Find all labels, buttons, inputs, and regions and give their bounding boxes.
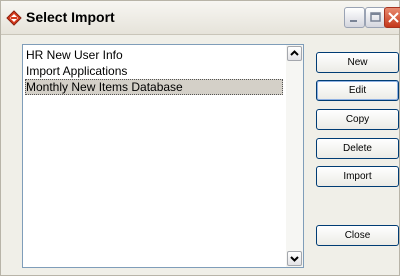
title-bar[interactable]: Select Import — [1, 1, 400, 35]
new-button[interactable]: New — [316, 52, 399, 73]
app-diamond-icon — [6, 10, 22, 26]
copy-button[interactable]: Copy — [316, 109, 399, 130]
window-title: Select Import — [26, 9, 115, 25]
close-icon — [388, 12, 399, 23]
minimize-icon — [350, 20, 357, 22]
edit-button[interactable]: Edit — [316, 80, 399, 101]
import-button[interactable]: Import — [316, 166, 399, 187]
select-import-window: Select Import HR New User Info Import Ap… — [0, 0, 400, 276]
minimize-button[interactable] — [344, 7, 365, 28]
vertical-scrollbar[interactable] — [286, 45, 303, 267]
maximize-button[interactable] — [365, 7, 386, 28]
list-item-selected[interactable]: Monthly New Items Database — [25, 79, 283, 95]
close-button[interactable]: Close — [316, 225, 399, 246]
import-list[interactable]: HR New User Info Import Applications Mon… — [22, 44, 304, 268]
dialog-body: HR New User Info Import Applications Mon… — [1, 35, 399, 275]
maximize-icon — [370, 12, 381, 22]
close-window-button[interactable] — [384, 7, 400, 28]
scroll-up-button[interactable] — [287, 46, 302, 61]
chevron-up-icon — [290, 50, 299, 56]
list-item[interactable]: Import Applications — [25, 63, 283, 79]
list-item[interactable]: HR New User Info — [25, 47, 283, 63]
scroll-down-button[interactable] — [287, 251, 302, 266]
chevron-down-icon — [290, 256, 299, 262]
delete-button[interactable]: Delete — [316, 138, 399, 159]
